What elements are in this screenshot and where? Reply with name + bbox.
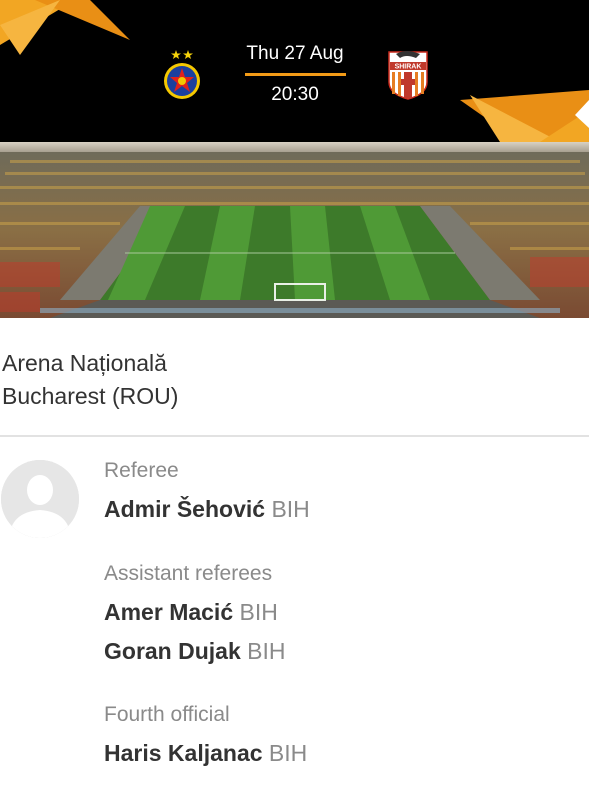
official-name: Goran Dujak (104, 638, 241, 664)
assistant-referee-entry[interactable]: Goran Dujak BIH (104, 638, 286, 665)
match-header: Thu 27 Aug 20:30 SHIRAK (0, 0, 589, 142)
stadium-image (0, 142, 589, 318)
official-country: BIH (268, 740, 308, 766)
official-name: Haris Kaljanac (104, 740, 263, 766)
official-name: Amer Macić (104, 599, 234, 625)
referee-avatar (1, 460, 79, 538)
referee-entry[interactable]: Admir Šehović BIH (104, 496, 310, 523)
shirak-crest-icon: SHIRAK (388, 51, 428, 100)
venue-city: Bucharest (ROU) (2, 383, 179, 409)
official-country: BIH (271, 496, 310, 522)
fourth-official-entry[interactable]: Haris Kaljanac BIH (104, 740, 307, 767)
fcsb-crest-icon (164, 50, 200, 99)
official-country: BIH (239, 599, 278, 625)
venue-name: Arena Națională (2, 350, 167, 376)
match-info-page: Thu 27 Aug 20:30 SHIRAK Arena Națională … (0, 0, 589, 800)
referee-label: Referee (104, 459, 179, 482)
match-time: 20:30 (271, 84, 319, 105)
official-country: BIH (247, 638, 286, 664)
assistant-referees-label: Assistant referees (104, 562, 273, 585)
date-underline (245, 73, 346, 76)
official-name: Admir Šehović (104, 496, 266, 522)
match-date: Thu 27 Aug (246, 43, 344, 64)
header-decoration (0, 0, 589, 142)
shirak-crest-text: SHIRAK (395, 64, 422, 71)
assistant-referee-entry[interactable]: Amer Macić BIH (104, 599, 278, 626)
fourth-official-label: Fourth official (104, 703, 230, 726)
section-divider (0, 435, 589, 437)
person-placeholder-icon (1, 460, 79, 538)
